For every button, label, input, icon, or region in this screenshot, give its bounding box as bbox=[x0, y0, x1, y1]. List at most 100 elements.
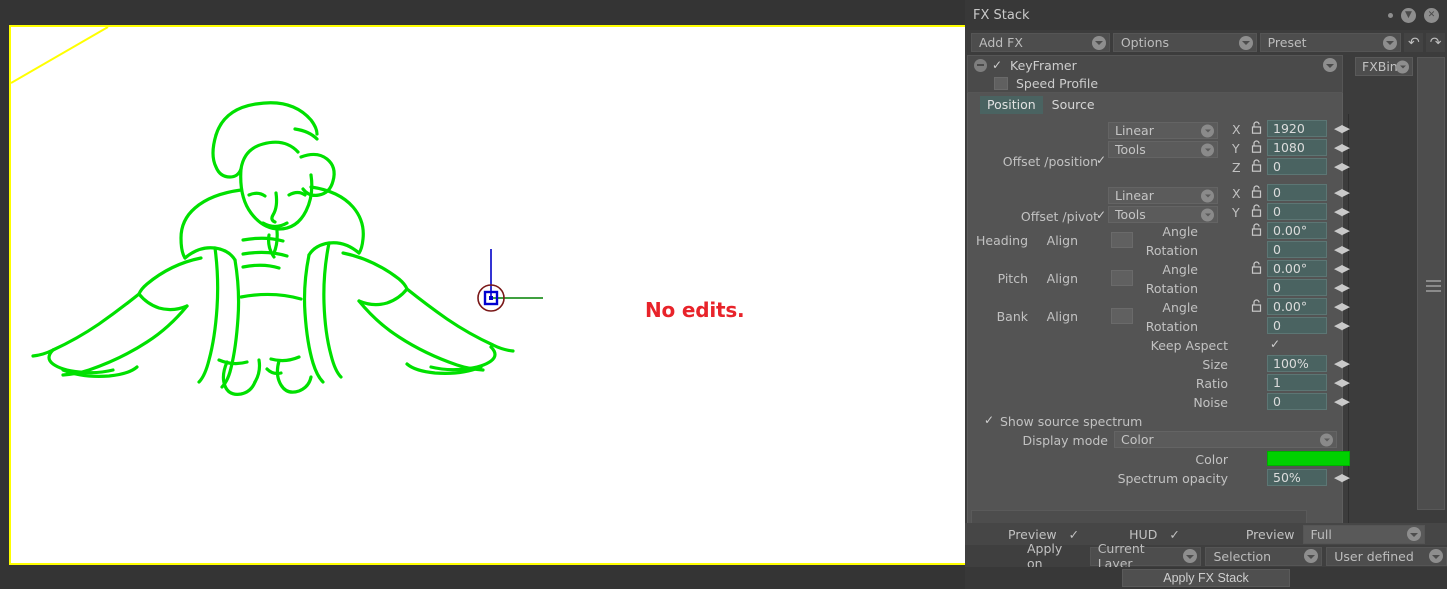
apply-fx-stack-button[interactable]: Apply FX Stack bbox=[1122, 569, 1290, 587]
preview-check-icon[interactable]: ✓ bbox=[1069, 527, 1079, 542]
offset-pivot-x-input[interactable]: 0 bbox=[1267, 184, 1327, 201]
heading-rotation-input[interactable]: 0 bbox=[1267, 241, 1327, 258]
chevron-down-icon[interactable] bbox=[1323, 58, 1337, 72]
offset-position-tools-dropdown[interactable]: Tools bbox=[1108, 141, 1218, 158]
heading-label: Heading bbox=[975, 233, 1028, 248]
bank-angle-input[interactable]: 0.00° bbox=[1267, 298, 1327, 315]
chevron-down-icon bbox=[1201, 208, 1214, 221]
undo-icon[interactable]: ↶ bbox=[1404, 33, 1424, 52]
fxbin-dropdown[interactable]: FXBin bbox=[1355, 57, 1413, 76]
close-icon[interactable]: ✕ bbox=[1424, 7, 1439, 23]
bank-rotation-input[interactable]: 0 bbox=[1267, 317, 1327, 334]
minimize-icon[interactable]: ▼ bbox=[1401, 7, 1416, 23]
spinner-icon[interactable]: ◀▶ bbox=[1334, 122, 1350, 135]
spinner-icon[interactable]: ◀▶ bbox=[1334, 224, 1350, 237]
canvas[interactable]: No edits. bbox=[9, 25, 965, 565]
apply-on-dropdown[interactable]: Current Layer bbox=[1089, 541, 1202, 571]
offset-position-check-icon[interactable]: ✓ bbox=[1096, 153, 1106, 167]
hud-check-icon[interactable]: ✓ bbox=[1169, 527, 1179, 542]
pitch-rotation-input[interactable]: 0 bbox=[1267, 279, 1327, 296]
spinner-icon[interactable]: ◀▶ bbox=[1334, 160, 1350, 173]
lock-icon[interactable] bbox=[1251, 299, 1262, 312]
spectrum-opacity-input[interactable]: 50% bbox=[1267, 469, 1327, 486]
dot-icon[interactable] bbox=[1388, 12, 1393, 18]
user-defined-value: User defined bbox=[1334, 548, 1414, 564]
offset-position-x-input[interactable]: 1920 bbox=[1267, 120, 1327, 137]
chevron-down-icon bbox=[1396, 60, 1409, 73]
speed-profile-checkbox[interactable] bbox=[994, 76, 1008, 90]
selection-dropdown[interactable]: Selection bbox=[1205, 546, 1323, 566]
bank-align-swatch[interactable] bbox=[1111, 308, 1133, 324]
axis-y-label: Y bbox=[1232, 205, 1240, 220]
spinner-icon[interactable]: ◀▶ bbox=[1334, 141, 1350, 154]
offset-pivot-interp-dropdown[interactable]: Linear bbox=[1108, 187, 1218, 204]
pitch-rotation-label: Rotation bbox=[1145, 281, 1198, 296]
lock-icon[interactable] bbox=[1251, 204, 1262, 217]
offset-pivot-y-input[interactable]: 0 bbox=[1267, 203, 1327, 220]
spinner-icon[interactable]: ◀▶ bbox=[1334, 205, 1350, 218]
display-mode-dropdown[interactable]: Color bbox=[1114, 431, 1337, 448]
add-fx-label: Add FX bbox=[979, 35, 1023, 50]
spinner-icon[interactable]: ◀▶ bbox=[1334, 281, 1350, 294]
lock-icon[interactable] bbox=[1251, 261, 1262, 274]
size-label: Size bbox=[1202, 357, 1228, 372]
offset-position-y-input[interactable]: 1080 bbox=[1267, 139, 1327, 156]
offset-pivot-tools-dropdown[interactable]: Tools bbox=[1108, 206, 1218, 223]
offset-position-z-input[interactable]: 0 bbox=[1267, 158, 1327, 175]
tab-source[interactable]: Source bbox=[1045, 96, 1102, 114]
panel-titlebar: FX Stack ▼ ✕ bbox=[965, 0, 1447, 30]
spinner-icon[interactable]: ◀▶ bbox=[1334, 243, 1350, 256]
tab-position[interactable]: Position bbox=[980, 96, 1043, 114]
spectrum-opacity-label: Spectrum opacity bbox=[1117, 471, 1228, 486]
fx-item-keyframer[interactable]: ✓ KeyFramer bbox=[967, 55, 1343, 74]
spinner-icon[interactable]: ◀▶ bbox=[1334, 376, 1350, 389]
pitch-align-swatch[interactable] bbox=[1111, 270, 1133, 286]
transform-gizmo bbox=[477, 249, 543, 312]
spinner-icon[interactable]: ◀▶ bbox=[1334, 319, 1350, 332]
show-source-spectrum-check-icon[interactable]: ✓ bbox=[984, 413, 994, 427]
heading-angle-input[interactable]: 0.00° bbox=[1267, 222, 1327, 239]
preset-dropdown[interactable]: Preset bbox=[1259, 33, 1402, 52]
spinner-icon[interactable]: ◀▶ bbox=[1334, 395, 1350, 408]
enable-check-icon[interactable]: ✓ bbox=[987, 58, 1007, 72]
panel-title: FX Stack bbox=[973, 7, 1030, 23]
param-tabs: Position Source bbox=[967, 93, 1343, 114]
noise-input[interactable]: 0 bbox=[1267, 393, 1327, 410]
offset-position-label: Offset /position bbox=[1002, 154, 1098, 169]
lock-icon[interactable] bbox=[1251, 140, 1262, 153]
collapse-icon[interactable] bbox=[974, 58, 987, 72]
lock-icon[interactable] bbox=[1251, 159, 1262, 172]
spinner-icon[interactable]: ◀▶ bbox=[1334, 186, 1350, 199]
guide-line-diagonal bbox=[11, 27, 109, 84]
lock-icon[interactable] bbox=[1251, 185, 1262, 198]
bank-align-label: Align bbox=[1046, 309, 1078, 324]
keep-aspect-check-icon[interactable]: ✓ bbox=[1270, 337, 1280, 351]
panel-resize-grip[interactable] bbox=[1426, 278, 1441, 293]
add-fx-dropdown[interactable]: Add FX bbox=[971, 33, 1110, 52]
spinner-icon[interactable]: ◀▶ bbox=[1334, 300, 1350, 313]
fx-toolbar: Add FX Options Preset ↶ ↷ bbox=[965, 30, 1447, 55]
lock-icon[interactable] bbox=[1251, 121, 1262, 134]
lock-icon[interactable] bbox=[1251, 223, 1262, 236]
preview-quality-dropdown[interactable]: Full bbox=[1302, 524, 1425, 544]
spinner-icon[interactable]: ◀▶ bbox=[1334, 262, 1350, 275]
options-dropdown[interactable]: Options bbox=[1112, 33, 1257, 52]
spinner-icon[interactable]: ◀▶ bbox=[1334, 471, 1350, 484]
ratio-input[interactable]: 1 bbox=[1267, 374, 1327, 391]
user-defined-dropdown[interactable]: User defined bbox=[1326, 546, 1447, 566]
pitch-angle-label: Angle bbox=[1162, 262, 1198, 277]
ratio-label: Ratio bbox=[1195, 376, 1228, 391]
fxbin-label: FXBin bbox=[1362, 59, 1398, 74]
chevron-down-icon bbox=[1183, 549, 1198, 563]
spinner-icon[interactable]: ◀▶ bbox=[1334, 357, 1350, 370]
color-swatch[interactable] bbox=[1267, 451, 1350, 466]
heading-align-swatch[interactable] bbox=[1111, 232, 1133, 248]
offset-pivot-check-icon[interactable]: ✓ bbox=[1096, 208, 1106, 222]
preview-quality-value: Full bbox=[1310, 526, 1332, 542]
chevron-down-icon bbox=[1201, 189, 1214, 202]
size-input[interactable]: 100% bbox=[1267, 355, 1327, 372]
fx-subitem-speed-profile[interactable]: Speed Profile bbox=[967, 74, 1343, 93]
offset-position-interp-dropdown[interactable]: Linear bbox=[1108, 122, 1218, 139]
pitch-angle-input[interactable]: 0.00° bbox=[1267, 260, 1327, 277]
redo-icon[interactable]: ↷ bbox=[1426, 33, 1445, 52]
